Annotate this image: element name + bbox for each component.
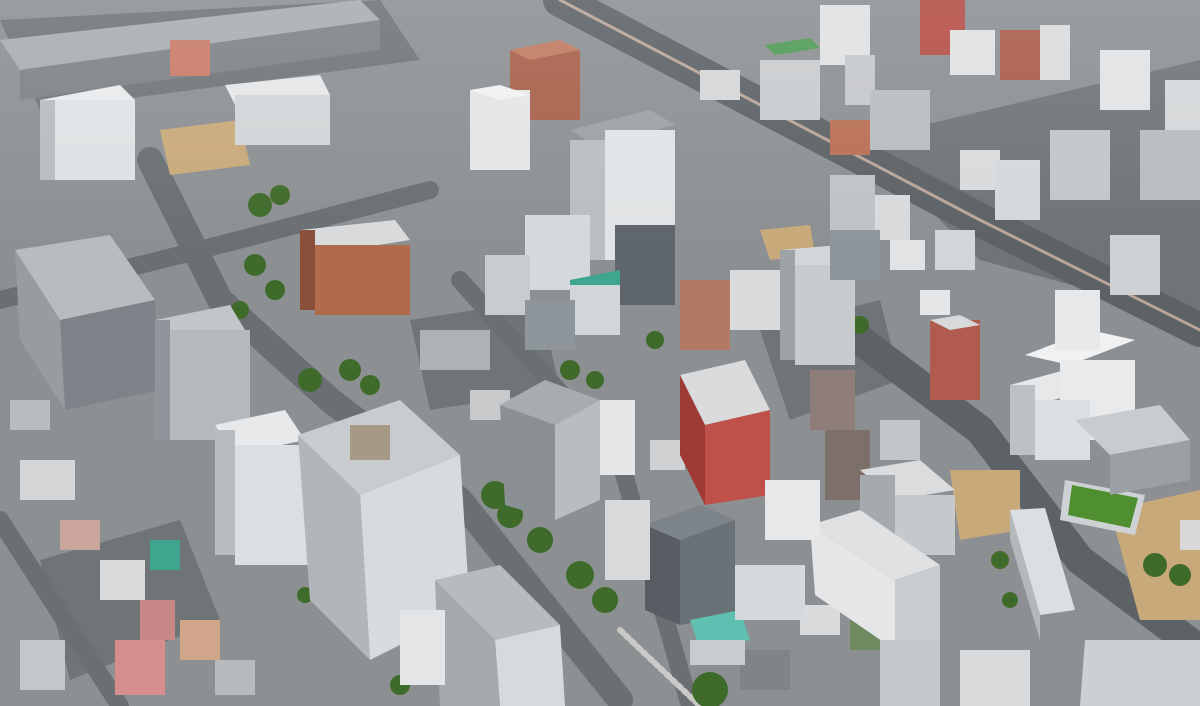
building-brown-tower-right — [930, 315, 980, 400]
building-gray-mid-left — [155, 305, 250, 440]
building-dark-tower-lower-center — [645, 505, 735, 625]
building-tall-white-right-upper — [1055, 290, 1100, 350]
building-gray-block-center — [525, 300, 575, 350]
aerial-city-scene — [0, 0, 1200, 706]
dirt-lot-right — [950, 470, 1020, 540]
atmospheric-haze — [0, 0, 1200, 250]
building-white-tower-lower-left — [215, 410, 310, 565]
building-teal-roof-block — [570, 270, 620, 335]
aerial-map-view[interactable] — [0, 0, 1200, 706]
